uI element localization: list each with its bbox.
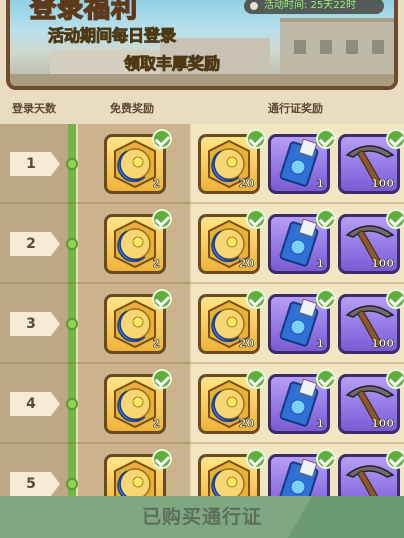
banner-ground [10, 74, 394, 86]
banner-subtitle-2: 领取丰厚奖励 [123, 54, 221, 74]
green-checkmark-icon [316, 289, 336, 309]
pass-reward-slot[interactable]: 100 [338, 129, 404, 194]
banner-subtitle-1: 活动期间每日登录 [47, 26, 177, 46]
event-timer: 活动时间: 25天22时 [244, 0, 384, 14]
green-checkmark-icon [316, 129, 336, 149]
reward-quantity: 2 [152, 337, 160, 351]
green-checkmark-icon [386, 369, 404, 389]
reward-quantity: 100 [371, 417, 395, 431]
day-label: 4 [10, 392, 60, 416]
free-reward-slot[interactable]: 2 [104, 289, 172, 354]
day-label: 1 [10, 152, 60, 176]
reward-quantity: 20 [238, 417, 254, 431]
reward-quantity: 1 [316, 417, 324, 431]
reward-quantity: 100 [371, 337, 395, 351]
green-checkmark-icon [246, 209, 266, 229]
green-checkmark-icon [316, 209, 336, 229]
day-label: 2 [10, 232, 60, 256]
reward-quantity: 1 [316, 337, 324, 351]
green-checkmark-icon [386, 209, 404, 229]
pass-reward-slot[interactable]: 1 [268, 129, 336, 194]
reward-row: 2 2 20 1 100 [0, 204, 404, 284]
header-free-rewards: 免费奖励 [110, 102, 154, 115]
free-reward-slot[interactable]: 2 [104, 369, 172, 434]
green-checkmark-icon [152, 129, 172, 149]
green-checkmark-icon [152, 369, 172, 389]
green-checkmark-icon [152, 449, 172, 469]
pass-reward-slot[interactable]: 1 [268, 209, 336, 274]
reward-row: 1 2 20 1 100 [0, 124, 404, 204]
event-timer-text: 活动时间: 25天22时 [264, 0, 356, 11]
green-checkmark-icon [152, 209, 172, 229]
pass-reward-slot[interactable]: 20 [198, 369, 266, 434]
green-checkmark-icon [386, 449, 404, 469]
track-node [66, 238, 78, 250]
green-checkmark-icon [246, 449, 266, 469]
green-checkmark-icon [246, 129, 266, 149]
header-pass-rewards: 通行证奖励 [268, 102, 323, 115]
reward-quantity: 2 [152, 177, 160, 191]
track-node [66, 398, 78, 410]
clock-icon [248, 0, 260, 12]
green-checkmark-icon [316, 369, 336, 389]
free-reward-slot[interactable]: 2 [104, 129, 172, 194]
pass-reward-slot[interactable]: 20 [198, 129, 266, 194]
reward-row: 3 2 20 1 100 [0, 284, 404, 364]
reward-quantity: 2 [152, 257, 160, 271]
reward-row: 5 [0, 444, 404, 504]
green-checkmark-icon [316, 449, 336, 469]
day-label: 5 [10, 472, 60, 496]
free-reward-slot[interactable]: 2 [104, 209, 172, 274]
pass-reward-slot[interactable]: 1 [268, 369, 336, 434]
pass-reward-slot[interactable]: 100 [338, 369, 404, 434]
green-checkmark-icon [386, 129, 404, 149]
reward-quantity: 1 [316, 257, 324, 271]
pass-reward-slot[interactable]: 20 [198, 209, 266, 274]
pass-reward-slot[interactable]: 1 [268, 289, 336, 354]
reward-quantity: 20 [238, 177, 254, 191]
reward-row: 4 2 20 1 100 [0, 364, 404, 444]
green-checkmark-icon [246, 369, 266, 389]
pass-reward-slot[interactable]: 20 [198, 289, 266, 354]
reward-quantity: 20 [238, 337, 254, 351]
reward-rows[interactable]: 1 2 20 1 100 2 2 20 1 100 3 2 20 1 100 4… [0, 124, 404, 504]
track-node [66, 318, 78, 330]
header-login-days: 登录天数 [12, 102, 56, 115]
track-node [66, 478, 78, 490]
pass-purchased-button[interactable]: 已购买通行证 [0, 496, 404, 538]
reward-quantity: 2 [152, 417, 160, 431]
pass-reward-slot[interactable]: 100 [338, 209, 404, 274]
reward-quantity: 20 [238, 257, 254, 271]
reward-quantity: 1 [316, 177, 324, 191]
pass-reward-slot[interactable]: 100 [338, 289, 404, 354]
green-checkmark-icon [386, 289, 404, 309]
green-checkmark-icon [246, 289, 266, 309]
bottom-bar: 已购买通行证 [0, 496, 404, 538]
reward-quantity: 100 [371, 257, 395, 271]
day-label: 3 [10, 312, 60, 336]
reward-quantity: 100 [371, 177, 395, 191]
track-node [66, 158, 78, 170]
green-checkmark-icon [152, 289, 172, 309]
